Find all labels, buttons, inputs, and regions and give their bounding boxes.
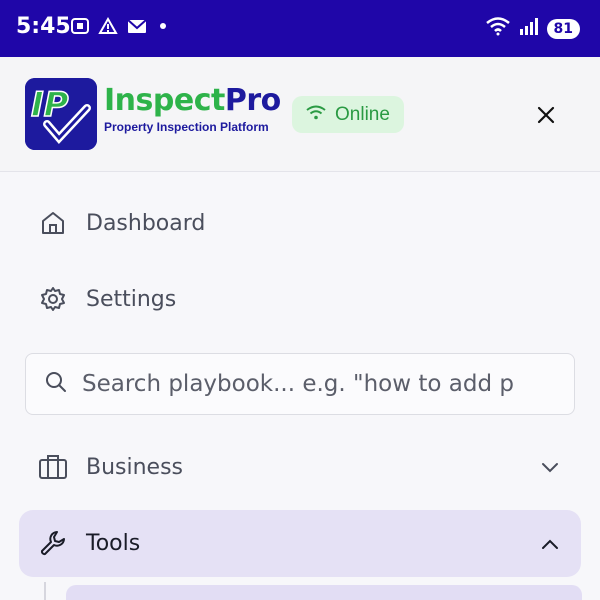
nav-label-tools: Tools <box>86 530 141 556</box>
app-logo: IP <box>25 78 97 150</box>
wifi-icon <box>485 16 511 41</box>
search-input[interactable] <box>82 371 542 397</box>
drawer-header: IP InspectPro Property Inspection Platfo… <box>0 57 600 172</box>
wifi-icon <box>306 104 326 126</box>
nav-label-business: Business <box>86 454 184 480</box>
online-label: Online <box>335 103 390 125</box>
online-status-badge: Online <box>292 96 404 133</box>
wrench-icon <box>38 528 68 558</box>
nav-item-settings[interactable]: Settings <box>38 284 176 314</box>
tools-sub-item[interactable] <box>66 585 582 600</box>
close-icon <box>537 106 555 124</box>
mail-icon <box>126 17 148 40</box>
screenshot-icon <box>70 17 90 40</box>
warning-icon <box>98 16 118 40</box>
chevron-down-icon[interactable] <box>539 457 561 479</box>
nav-label-dashboard: Dashboard <box>86 210 206 236</box>
close-button[interactable] <box>530 99 562 131</box>
nav-item-business[interactable]: Business <box>38 452 183 482</box>
tree-line <box>44 582 46 600</box>
svg-text:IP: IP <box>31 85 69 125</box>
nav-item-dashboard[interactable]: Dashboard <box>38 208 205 238</box>
search-icon <box>44 370 68 399</box>
brand-subtitle: Property Inspection Platform <box>104 120 269 134</box>
brand-inspect: Inspect <box>104 83 225 118</box>
home-icon <box>38 208 68 238</box>
signal-icon <box>519 16 539 41</box>
brand: InspectPro Property Inspection Platform <box>104 83 281 134</box>
dot-icon <box>156 17 170 40</box>
status-time: 5:45 <box>16 14 71 39</box>
gear-icon <box>38 284 68 314</box>
nav-item-tools-content: Tools <box>38 528 140 558</box>
brand-pro: Pro <box>224 83 281 118</box>
battery-icon: 81 <box>546 18 580 39</box>
brand-name: InspectPro <box>104 83 281 119</box>
playbook-search[interactable] <box>25 353 575 415</box>
nav-label-settings: Settings <box>86 286 177 312</box>
status-bar: 5:45 81 <box>0 0 600 57</box>
chevron-up-icon[interactable] <box>539 533 561 555</box>
briefcase-icon <box>38 452 68 482</box>
